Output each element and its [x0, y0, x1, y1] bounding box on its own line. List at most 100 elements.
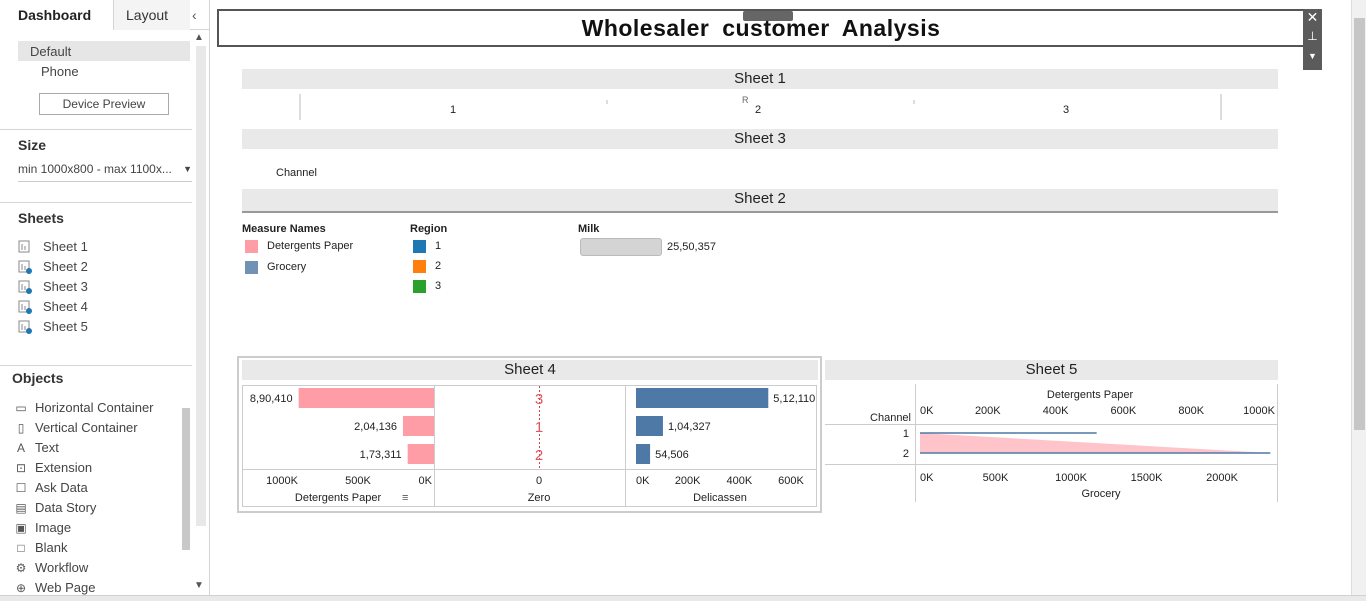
legend-milk-title: Milk	[578, 223, 600, 235]
worksheet-icon	[18, 240, 30, 253]
axis-title: Grocery	[1081, 488, 1121, 500]
worksheet-used-icon	[18, 320, 32, 334]
sheet5-chart: Detergents Paper 0K 200K 400K 600K 800K 1000K C…	[825, 384, 1278, 502]
color-swatch	[413, 240, 426, 253]
sheet3-channel-label: Channel	[276, 167, 317, 179]
size-value: min 1000x800 - max 1100x...	[18, 162, 172, 176]
color-swatch	[413, 280, 426, 293]
legend-region-title: Region	[410, 223, 448, 235]
axis-tick-label: 1000K	[1055, 472, 1087, 484]
objects-title: Objects	[12, 370, 64, 386]
detergents-paper-bar	[407, 444, 434, 464]
axis-tick-label: 1500K	[1131, 472, 1163, 484]
axis-tick-label: 400K	[1043, 405, 1069, 417]
blank-icon: □	[17, 541, 25, 555]
sidebar-scrollbar[interactable]	[196, 46, 206, 526]
category-label: 2	[535, 447, 543, 464]
axis-tick-label: 1000K	[266, 475, 298, 487]
extension-icon: ⊡	[15, 461, 27, 475]
axis-tick-label: 0	[536, 475, 542, 487]
canvas-scrollbar[interactable]	[1351, 0, 1366, 601]
sidebar-tabs: Dashboard Layout ‹	[0, 0, 210, 30]
axis-tick-label: 0K	[636, 475, 650, 487]
sheet1-tick: 1	[450, 104, 457, 116]
bar-value-label: 1,73,311	[360, 449, 402, 461]
delicassen-bar	[636, 416, 663, 436]
worksheet-used-icon	[18, 260, 32, 274]
more-options-icon[interactable]: ▼	[1303, 51, 1322, 61]
sheet-label: Sheet 3	[43, 279, 88, 294]
sheet4-chart: 8,90,410 2,04,136 1,73,311 1000K 500K 0K Deter…	[242, 385, 817, 507]
size-select[interactable]: min 1000x800 - max 1100x... ▼	[18, 162, 192, 182]
axis-title: Detergents Paper	[295, 492, 382, 504]
axis-tick-label: 200K	[675, 475, 701, 487]
sheet-label: Sheet 1	[43, 239, 88, 254]
tab-dashboard[interactable]: Dashboard	[0, 0, 114, 30]
ask-data-icon: ☐	[15, 481, 27, 495]
tab-layout[interactable]: Layout	[114, 0, 190, 30]
dashboard-title-box[interactable]: Wholesaler customer Analysis	[217, 9, 1305, 47]
sheet2-title: Sheet 2	[242, 189, 1278, 213]
sheet4-title: Sheet 4	[242, 360, 818, 380]
canvas-scrollbar-thumb[interactable]	[1354, 18, 1365, 430]
objects-scrollbar-thumb[interactable]	[182, 408, 190, 550]
bar-value-label: 54,506	[655, 449, 689, 461]
sheet1-tick: 3	[1063, 104, 1070, 116]
axis-title: Delicassen	[693, 492, 747, 504]
bar-value-label: 5,12,110	[773, 393, 815, 405]
axis-tick-label: 0K	[920, 472, 934, 484]
bar-value-label: 2,04,136	[354, 421, 397, 433]
detergents-paper-bar	[402, 416, 434, 436]
vertical-container-icon: ▯	[17, 421, 25, 435]
device-default[interactable]: Default	[18, 41, 190, 61]
sheet1-cut-label: R	[742, 95, 749, 105]
axis-tick-label: 0K	[419, 475, 433, 487]
pin-icon[interactable]: ⊥	[1303, 29, 1322, 43]
worksheet-used-icon	[18, 300, 32, 314]
size-title: Size	[18, 137, 47, 153]
sheet-label: Sheet 5	[43, 319, 88, 334]
divider	[0, 129, 192, 130]
milk-size-bar	[580, 238, 662, 256]
chevron-down-icon: ▼	[183, 164, 192, 174]
dashboard-sidebar: Dashboard Layout ‹ ▲ ▼ Default Phone Dev…	[0, 0, 210, 601]
divider	[0, 202, 192, 203]
axis-tick-label: 0K	[920, 405, 934, 417]
bar-value-label: 8,90,410	[250, 393, 293, 405]
axis-tick-label: 400K	[726, 475, 752, 487]
axis-tick-label: 1000K	[1243, 405, 1275, 417]
sheet-label: Sheet 2	[43, 259, 88, 274]
scroll-down-icon[interactable]: ▼	[194, 580, 204, 591]
tableau-dashboard-app: Dashboard Layout ‹ ▲ ▼ Default Phone Dev…	[0, 0, 1366, 601]
color-swatch	[245, 240, 258, 253]
dashboard-title: Wholesaler customer Analysis	[581, 15, 941, 41]
data-story-icon: ▤	[15, 501, 27, 515]
close-icon[interactable]: ✕	[1303, 9, 1322, 26]
image-icon: ▣	[15, 521, 27, 535]
axis-tick-label: 2000K	[1206, 472, 1238, 484]
axis-tick-label: 600K	[1111, 405, 1137, 417]
dashboard-canvas: Wholesaler customer Analysis ✕ ⊥ ▼ Sheet…	[211, 0, 1351, 601]
row-label: 1	[903, 428, 909, 440]
text-icon: A	[16, 441, 25, 455]
collapse-sidebar-icon[interactable]: ‹	[192, 7, 197, 23]
worksheet-used-icon	[18, 280, 32, 294]
axis-tick-label: 500K	[345, 475, 371, 487]
axis-tick-label: 200K	[975, 405, 1001, 417]
sheet3-title: Sheet 3	[242, 129, 1278, 149]
device-preview-button[interactable]: Device Preview	[39, 93, 169, 115]
sheet1-axis: R 1 2 3	[242, 90, 1278, 122]
sheets-title: Sheets	[18, 210, 64, 226]
detergents-paper-bar	[298, 388, 434, 408]
bar-value-label: 1,04,327	[668, 421, 711, 433]
category-label: 1	[535, 419, 543, 436]
scroll-up-icon[interactable]: ▲	[194, 32, 204, 43]
row-header-title: Channel	[870, 412, 911, 424]
category-label: 3	[535, 391, 543, 408]
workflow-icon: ⚙	[15, 561, 27, 575]
axis-tick-label: 800K	[1178, 405, 1204, 417]
device-phone[interactable]: Phone	[41, 64, 79, 79]
sort-icon: ≡	[402, 492, 408, 504]
sheet5-title: Sheet 5	[825, 360, 1278, 380]
axis-title: Detergents Paper	[1047, 389, 1134, 401]
